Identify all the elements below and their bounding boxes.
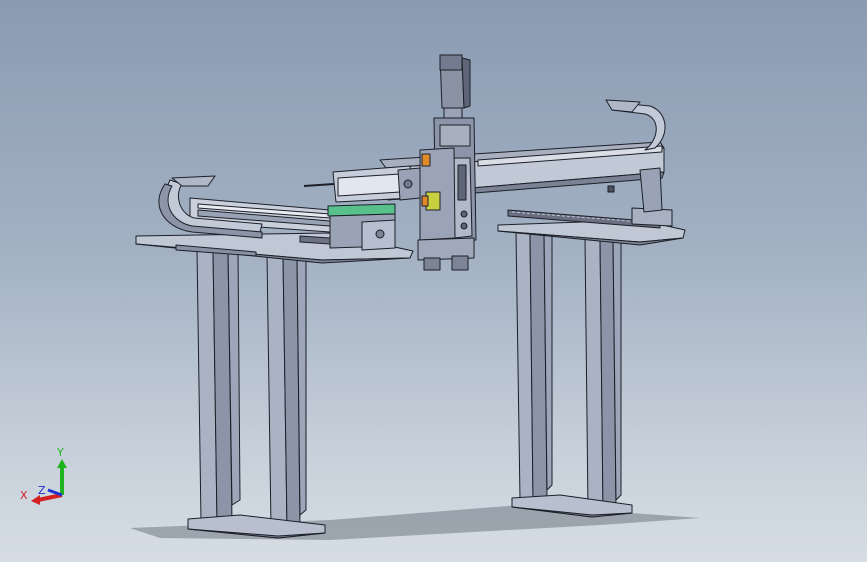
left-stand[interactable] [135,232,414,539]
triad-y-label: Y [56,446,64,459]
triad-z-axis [47,488,63,497]
triad-y-arrow [57,459,67,468]
coordinate-triad: Y X Z [20,446,67,505]
z-orange-sensor [421,153,431,167]
triad-x-label: X [20,489,28,502]
gantry-robot-model[interactable]: Y X Z [0,0,867,562]
y-axis-module[interactable] [303,165,421,203]
right-stand[interactable] [497,207,686,518]
triad-z-label: Z [38,484,46,497]
z-axis-column[interactable] [417,54,477,271]
cad-viewport[interactable]: Y X Z [0,0,867,562]
